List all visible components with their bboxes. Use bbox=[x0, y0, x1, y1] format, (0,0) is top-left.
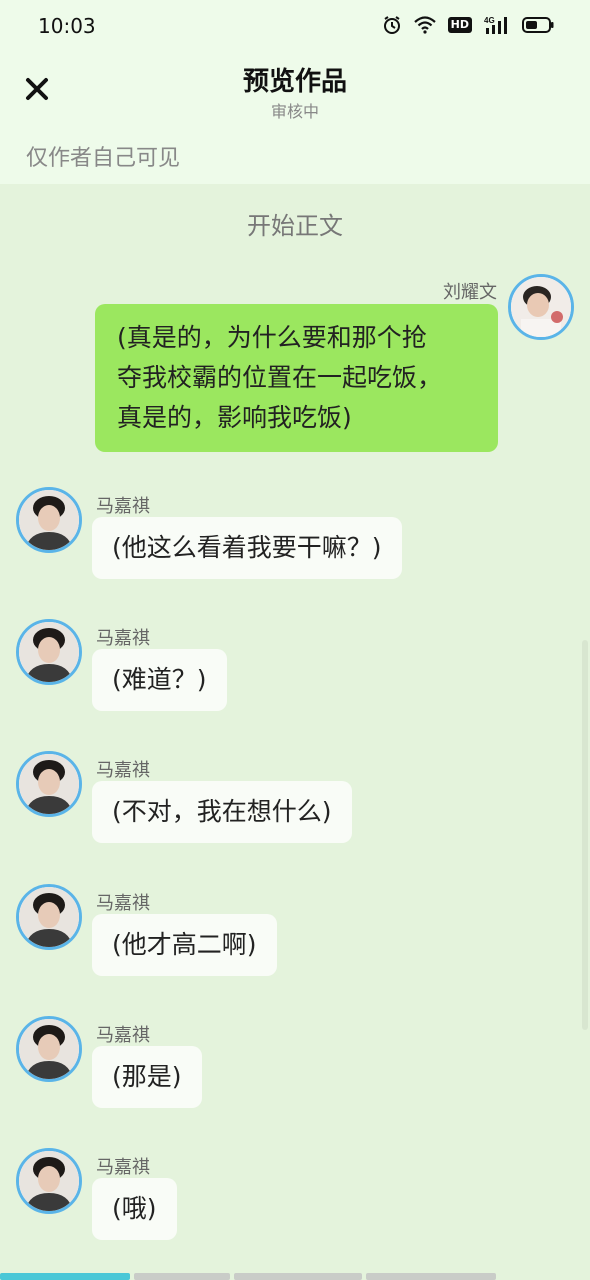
wifi-icon bbox=[413, 14, 436, 36]
progress-segment-active bbox=[0, 1273, 130, 1280]
section-title: 开始正文 bbox=[247, 212, 343, 240]
message-bubble-left[interactable]: (他才高二啊) bbox=[92, 914, 277, 976]
scrollbar[interactable] bbox=[582, 640, 588, 1030]
message-bubble-left[interactable]: (不对，我在想什么) bbox=[92, 781, 352, 843]
message-bubble-left[interactable]: (他这么看着我要干嘛？) bbox=[92, 517, 402, 579]
user-avatar-icon bbox=[19, 1151, 79, 1211]
message-bubble-left[interactable]: (那是) bbox=[92, 1046, 202, 1108]
progress-segment bbox=[366, 1273, 496, 1280]
avatar[interactable] bbox=[508, 274, 574, 340]
header-area: 10:03 HD 4G 预览作品 审核中 仅作者自己可见 bbox=[0, 0, 590, 184]
battery-icon bbox=[522, 14, 554, 36]
sender-name: 刘耀文 bbox=[443, 282, 497, 303]
message-bubble-right[interactable]: (真是的，为什么要和那个抢 夺我校霸的位置在一起吃饭， 真是的，影响我吃饭) bbox=[95, 304, 498, 452]
user-avatar-icon bbox=[19, 887, 79, 947]
hd-label: HD bbox=[447, 17, 472, 33]
sender-name: 马嘉祺 bbox=[96, 760, 150, 781]
sender-name: 马嘉祺 bbox=[96, 496, 150, 517]
user-avatar-icon bbox=[19, 754, 79, 814]
progress-bar bbox=[0, 1273, 590, 1280]
sender-name: 马嘉祺 bbox=[96, 893, 150, 914]
message-bubble-left[interactable]: (难道？) bbox=[92, 649, 227, 711]
alarm-icon bbox=[382, 14, 402, 36]
avatar[interactable] bbox=[16, 751, 82, 817]
user-avatar-icon bbox=[19, 1019, 79, 1079]
sender-name: 马嘉祺 bbox=[96, 1025, 150, 1046]
user-avatar-icon bbox=[19, 490, 79, 550]
user-avatar-icon bbox=[19, 622, 79, 682]
network-label: 4G bbox=[484, 16, 495, 25]
message-line: 夺我校霸的位置在一起吃饭， bbox=[117, 363, 443, 392]
review-status: 审核中 bbox=[270, 102, 319, 121]
message-line: 真是的，影响我吃饭) bbox=[117, 403, 352, 432]
message-line: (真是的，为什么要和那个抢 bbox=[117, 323, 427, 352]
sender-name: 马嘉祺 bbox=[96, 628, 150, 649]
page-title: 预览作品 bbox=[242, 67, 347, 97]
status-icons: HD 4G bbox=[382, 14, 554, 36]
4g-signal-icon: 4G bbox=[484, 14, 510, 36]
avatar[interactable] bbox=[16, 619, 82, 685]
progress-segment bbox=[234, 1273, 362, 1280]
progress-segment bbox=[134, 1273, 230, 1280]
user-avatar-icon bbox=[511, 277, 571, 337]
sender-name: 马嘉祺 bbox=[96, 1157, 150, 1178]
nav-bar: 预览作品 审核中 bbox=[0, 52, 590, 128]
avatar[interactable] bbox=[16, 1148, 82, 1214]
visibility-note: 仅作者自己可见 bbox=[26, 146, 181, 171]
status-bar: 10:03 HD 4G bbox=[0, 0, 590, 52]
avatar[interactable] bbox=[16, 1016, 82, 1082]
avatar[interactable] bbox=[16, 487, 82, 553]
avatar[interactable] bbox=[16, 884, 82, 950]
message-bubble-left[interactable]: (哦) bbox=[92, 1178, 177, 1240]
status-time: 10:03 bbox=[38, 14, 96, 38]
hd-icon: HD bbox=[447, 14, 472, 36]
